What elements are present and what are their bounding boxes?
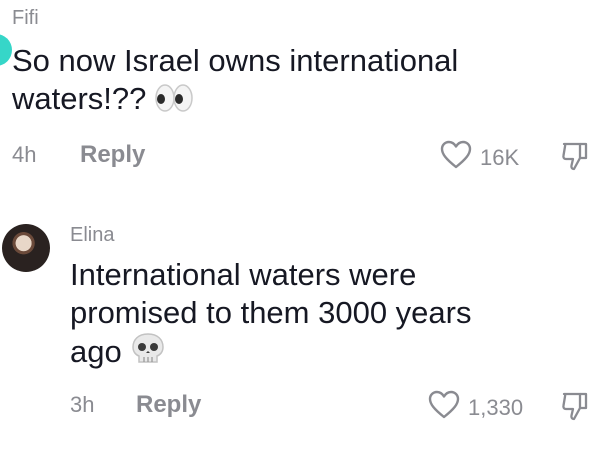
comment-text-line: promised to them 3000 years bbox=[70, 295, 472, 330]
reply-button[interactable]: Reply bbox=[80, 143, 145, 167]
like-count: 16K bbox=[480, 144, 520, 170]
skull-emoji-icon bbox=[130, 332, 166, 375]
like-button[interactable]: 1,330 bbox=[428, 390, 523, 425]
like-count: 1,330 bbox=[468, 394, 524, 420]
avatar[interactable] bbox=[2, 224, 50, 272]
comment-text: So now Israel owns international waters!… bbox=[12, 42, 458, 122]
comment-text: International waters were promised to th… bbox=[70, 256, 472, 375]
thumbs-down-outline-icon bbox=[560, 392, 590, 426]
comment-username[interactable]: Fifi bbox=[12, 8, 39, 28]
comment-text-line: ago bbox=[70, 334, 122, 369]
comment-text-line: So now Israel owns international bbox=[12, 43, 459, 78]
like-button[interactable]: 16K bbox=[440, 140, 519, 175]
comment-time: 3h bbox=[70, 392, 95, 417]
comment-username[interactable]: Elina bbox=[70, 225, 114, 245]
dislike-button[interactable] bbox=[560, 390, 590, 427]
comment-time: 4h bbox=[12, 142, 37, 167]
dislike-button[interactable] bbox=[560, 140, 590, 177]
eyes-emoji-icon bbox=[154, 83, 194, 122]
avatar[interactable] bbox=[0, 34, 12, 66]
thumbs-down-outline-icon bbox=[560, 142, 590, 176]
comment-text-line: waters!?? bbox=[12, 81, 147, 116]
comment-text-line: International waters were bbox=[70, 257, 417, 292]
heart-outline-icon bbox=[440, 140, 472, 175]
reply-button[interactable]: Reply bbox=[136, 393, 201, 417]
heart-outline-icon bbox=[428, 390, 460, 425]
